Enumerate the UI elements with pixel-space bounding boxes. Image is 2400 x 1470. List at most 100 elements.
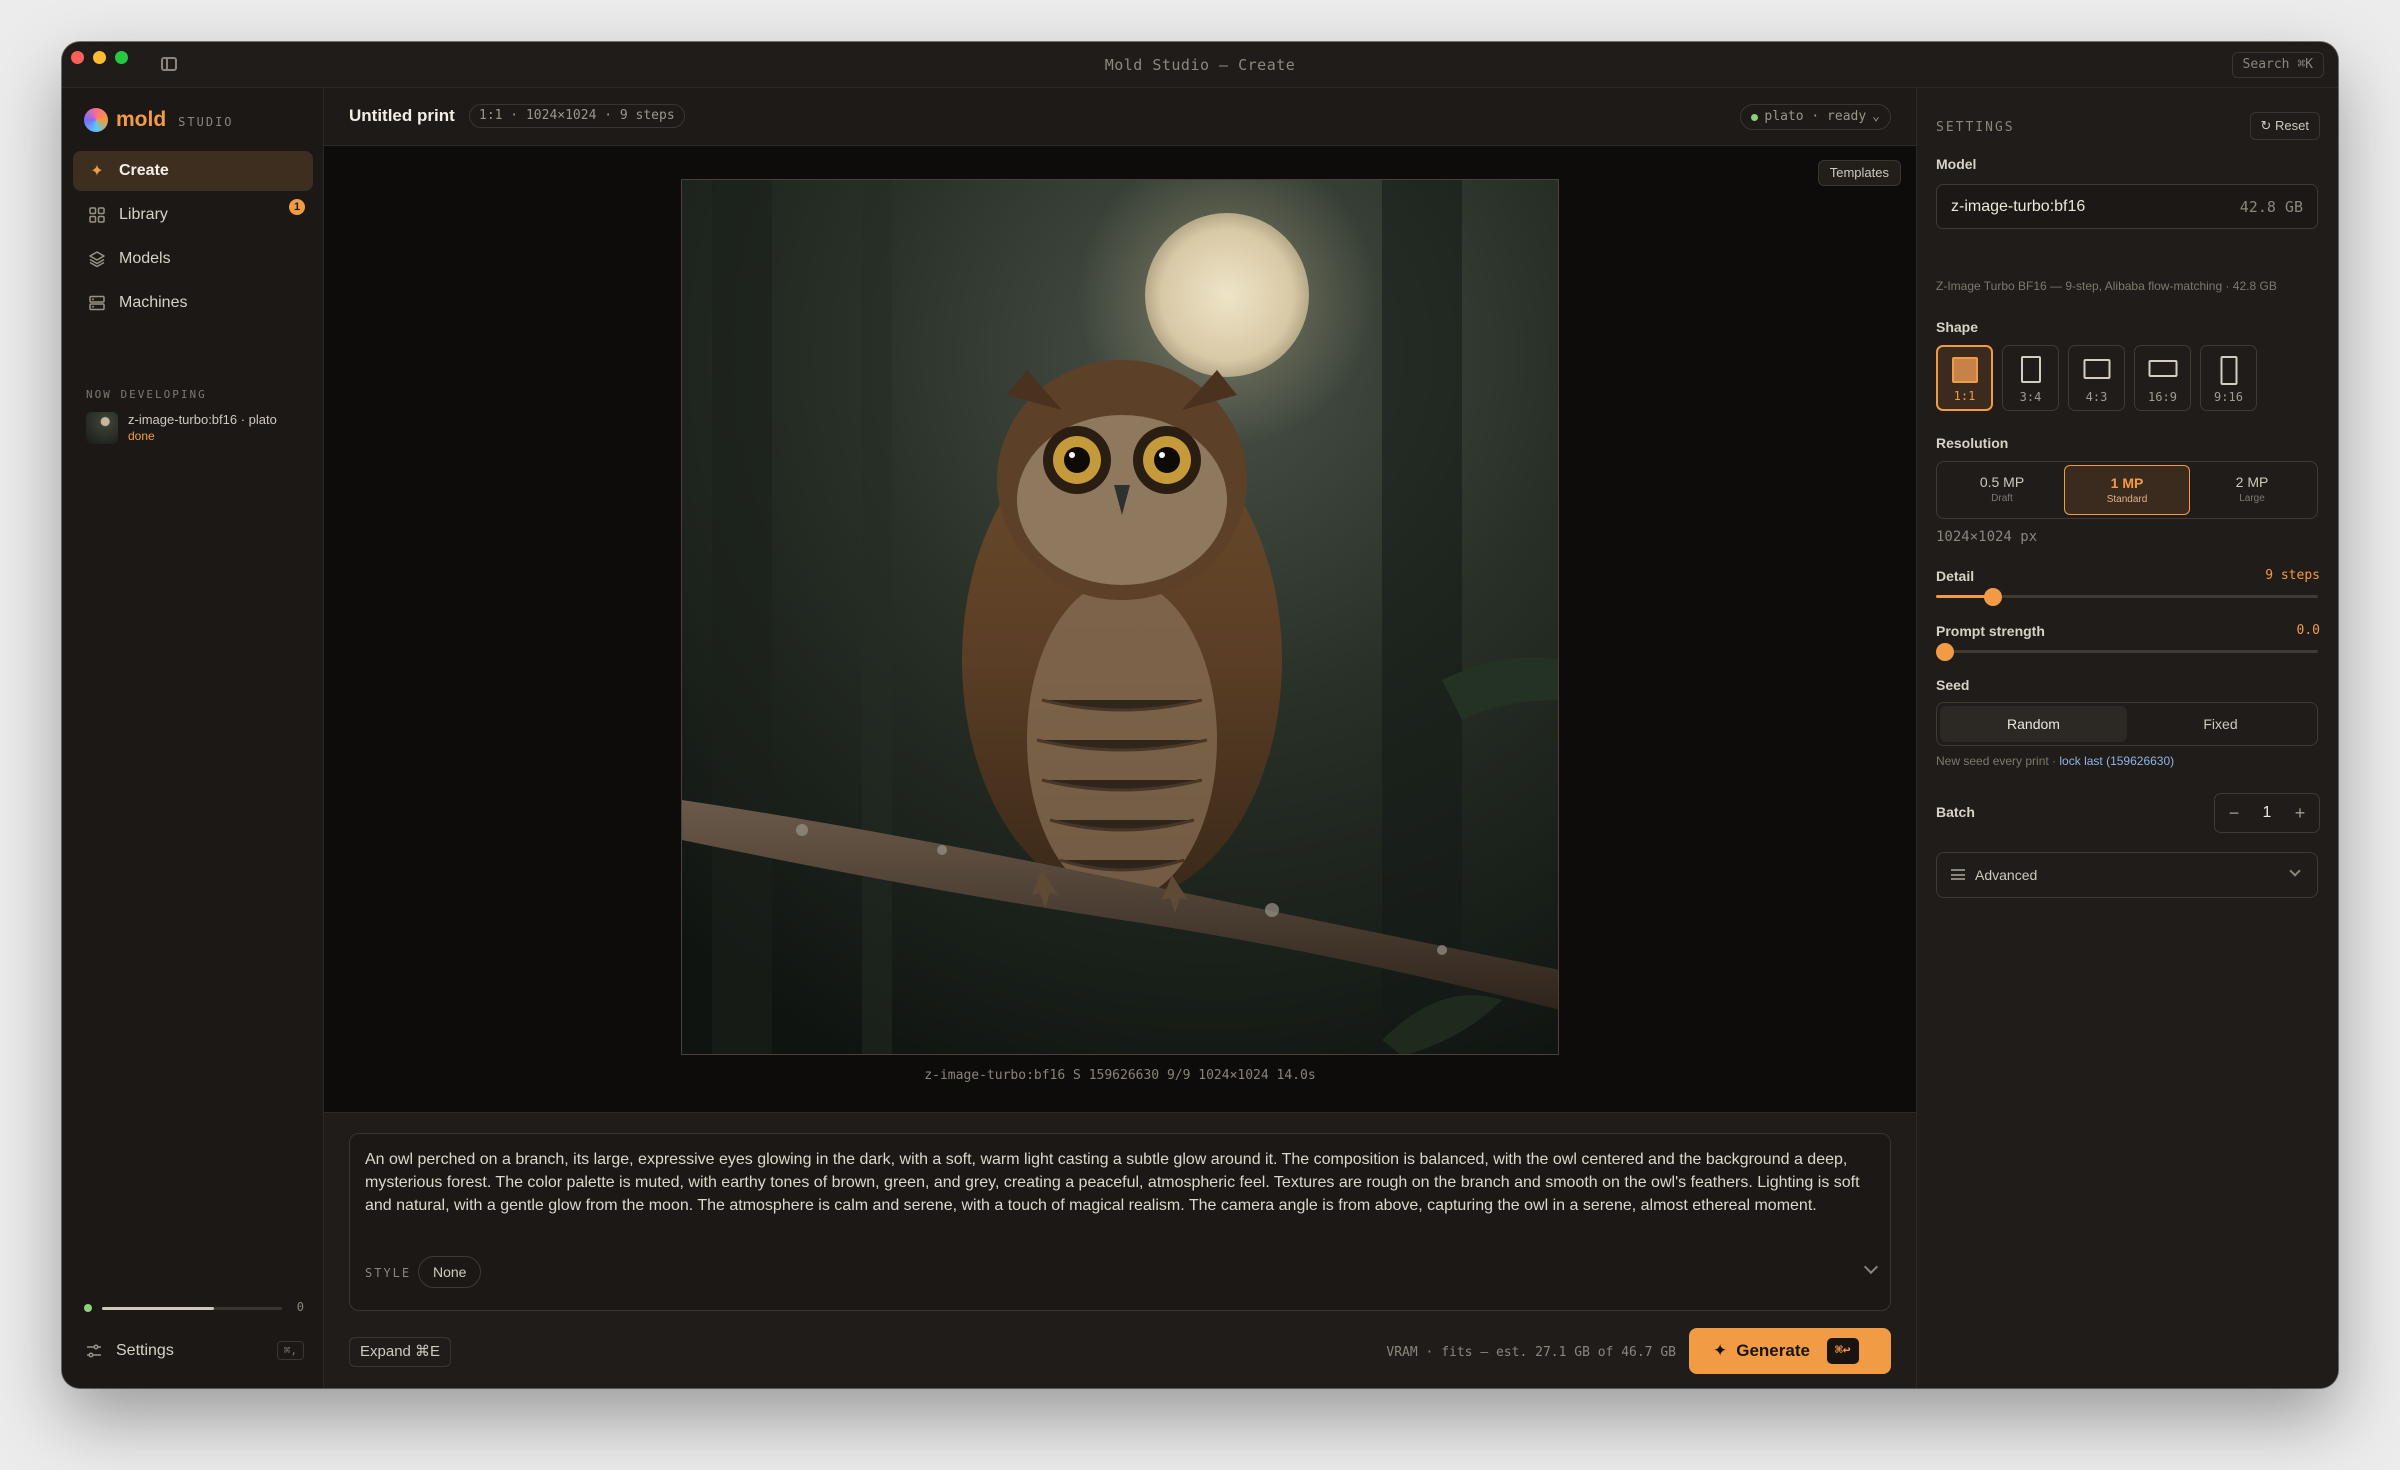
settings-shortcut: ⌘, (276, 1341, 304, 1360)
seed-random-option[interactable]: Random (1940, 706, 2127, 742)
layers-icon (87, 249, 107, 269)
progress-value: 0 (296, 1300, 304, 1314)
app-window: Mold Studio — Create Search ⌘K mold STUD… (62, 42, 2338, 1388)
detail-value: 9 steps (2265, 568, 2320, 583)
seed-mode-toggle: Random Fixed (1936, 702, 2318, 746)
job-status: done (128, 429, 155, 443)
generate-shortcut: ⌘↩ (1826, 1338, 1859, 1364)
chevron-down-icon: ⌄ (1872, 109, 1880, 124)
model-size: 42.8 GB (2239, 198, 2303, 216)
page-title[interactable]: Untitled print (349, 106, 455, 126)
search-button[interactable]: Search ⌘K (2231, 52, 2324, 78)
sidebar-item-machines[interactable]: Machines (73, 283, 313, 323)
progress-track (102, 1307, 282, 1310)
shape-label: 16:9 (2148, 390, 2177, 404)
sparkle-icon: ✦ (90, 163, 104, 180)
resolution-main: 0.5 MP (1979, 474, 2025, 490)
lock-seed-link[interactable]: lock last (159626630) (2059, 754, 2174, 768)
batch-stepper: − 1 + (2214, 793, 2320, 833)
reset-label: Reset (2275, 118, 2309, 133)
shape-label: 4:3 (2085, 390, 2108, 404)
developing-job-item[interactable]: z-image-turbo:bf16 · plato done (86, 412, 277, 444)
brand: mold STUDIO (84, 108, 234, 132)
sidebar-item-create[interactable]: ✦ Create (73, 151, 313, 191)
model-label: Model (1936, 156, 1977, 172)
menu-lines-icon (1951, 869, 1965, 880)
sidebar-item-models[interactable]: Models (73, 239, 313, 279)
shape-option-4-3[interactable]: 4:3 (2068, 345, 2125, 411)
owl-image (682, 180, 1558, 1054)
square-shape-icon (1951, 357, 1978, 383)
prompt-text[interactable]: An owl perched on a branch, its large, e… (365, 1148, 1875, 1217)
now-developing-label: NOW DEVELOPING (86, 388, 207, 401)
batch-label: Batch (1936, 804, 1975, 820)
chevron-down-icon (2289, 865, 2301, 877)
prompt-area: An owl perched on a branch, its large, e… (324, 1112, 1916, 1388)
mold-logo-icon (84, 108, 108, 132)
image-canvas: Templates z-image-turbo:bf16 S 159626630… (324, 146, 1916, 1112)
resolution-option-large[interactable]: 2 MP Large (2190, 465, 2314, 515)
sidebar-item-label: Create (119, 162, 169, 179)
shape-option-9-16[interactable]: 9:16 (2200, 345, 2257, 411)
shape-options: 1:1 3:4 4:3 16:9 9:16 (1936, 345, 2257, 411)
advanced-section-toggle[interactable]: Advanced (1936, 852, 2318, 898)
generated-image[interactable] (681, 179, 1559, 1055)
machine-selector[interactable]: plato · ready ⌄ (1740, 104, 1891, 130)
seed-note: New seed every print · lock last (159626… (1936, 754, 2174, 768)
sidebar-item-library[interactable]: Library 1 (73, 195, 313, 235)
library-count-badge: 1 (289, 199, 305, 215)
settings-header: SETTINGS (1936, 120, 2015, 135)
resolution-label: Resolution (1936, 435, 2009, 451)
settings-label: Settings (116, 1342, 174, 1359)
minus-icon[interactable]: − (2225, 803, 2243, 824)
sidebar-nav: ✦ Create Library 1 Models Machines (73, 151, 313, 327)
sidebar-item-settings[interactable]: Settings ⌘, (84, 1338, 304, 1364)
style-label: STYLE (365, 1266, 412, 1280)
templates-button[interactable]: Templates (1817, 160, 1901, 186)
resolution-options: 0.5 MP Draft 1 MP Standard 2 MP Large (1936, 461, 2318, 519)
chevron-down-icon[interactable] (1863, 1259, 1879, 1275)
ready-status-icon (1751, 113, 1759, 121)
server-icon (87, 293, 107, 313)
resolution-option-standard[interactable]: 1 MP Standard (2064, 465, 2190, 515)
style-selector[interactable]: None (418, 1256, 482, 1288)
shape-option-3-4[interactable]: 3:4 (2002, 345, 2059, 411)
brand-name: mold (116, 108, 167, 131)
wide-shape-icon (2148, 360, 2177, 377)
batch-value[interactable]: 1 (2263, 804, 2272, 822)
prompt-strength-slider[interactable] (1936, 643, 2318, 661)
image-caption: z-image-turbo:bf16 S 159626630 9/9 1024×… (924, 1068, 1316, 1083)
sidebar: mold STUDIO ✦ Create Library 1 Models Ma… (62, 88, 324, 1388)
main-header: Untitled print 1:1 · 1024×1024 · 9 steps… (324, 88, 1916, 146)
seed-fixed-option[interactable]: Fixed (2127, 706, 2314, 742)
vram-estimate: VRAM · fits — est. 27.1 GB of 46.7 GB (1386, 1345, 1676, 1360)
plus-icon[interactable]: + (2291, 803, 2309, 824)
detail-slider-handle[interactable] (1984, 588, 2003, 606)
prompt-strength-label: Prompt strength (1936, 623, 2045, 639)
resolution-option-draft[interactable]: 0.5 MP Draft (1940, 465, 2064, 515)
seed-note-text: New seed every print · (1936, 754, 2060, 768)
reset-button[interactable]: ↻ Reset (2249, 112, 2320, 140)
sidebar-item-label: Machines (119, 294, 188, 311)
sidebar-item-label: Library (119, 206, 168, 223)
advanced-label: Advanced (1975, 867, 2038, 883)
prompt-strength-slider-handle[interactable] (1936, 643, 1954, 661)
detail-slider[interactable] (1936, 588, 2318, 606)
expand-button[interactable]: Expand ⌘E (349, 1337, 452, 1367)
machine-label: plato · ready (1764, 109, 1867, 124)
model-selector[interactable]: z-image-turbo:bf16 42.8 GB (1936, 184, 2318, 229)
model-name: z-image-turbo:bf16 (1951, 198, 2086, 215)
title-bar: Mold Studio — Create Search ⌘K (62, 42, 2338, 88)
reset-icon: ↻ (2260, 118, 2276, 133)
resolution-sub: Large (2239, 493, 2265, 504)
shape-label: Shape (1936, 319, 1979, 335)
job-thumbnail (86, 412, 118, 444)
generate-label: Generate (1736, 1341, 1810, 1360)
brand-sub: STUDIO (178, 115, 234, 129)
sidebar-item-label: Models (119, 250, 171, 267)
detail-label: Detail (1936, 568, 1975, 584)
prompt-input[interactable]: An owl perched on a branch, its large, e… (349, 1133, 1891, 1311)
shape-option-1-1[interactable]: 1:1 (1936, 345, 1993, 411)
shape-option-16-9[interactable]: 16:9 (2134, 345, 2191, 411)
generate-button[interactable]: ✦ Generate ⌘↩ (1689, 1328, 1891, 1374)
